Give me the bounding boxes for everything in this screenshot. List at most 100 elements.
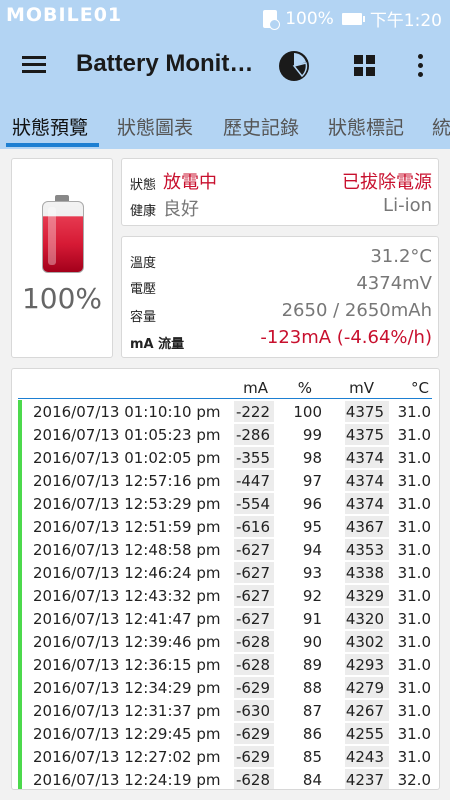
battery-shine bbox=[48, 207, 56, 265]
app-bar: Battery Monit… bbox=[0, 34, 450, 96]
row-ma: -628 bbox=[235, 771, 270, 789]
header-percent: % bbox=[297, 379, 312, 397]
active-tab-indicator bbox=[6, 143, 99, 147]
tab-stats[interactable]: 統 bbox=[432, 113, 450, 140]
table-row[interactable]: 2016/07/13 12:36:15 pm -628 89 4293 31.0 bbox=[12, 653, 439, 676]
row-temp: 31.0 bbox=[397, 748, 431, 766]
history-table[interactable]: mA % mV °C 2016/07/13 01:10:10 pm -222 100… bbox=[11, 368, 440, 790]
app-title: Battery Monit… bbox=[76, 50, 254, 77]
row-percent: 89 bbox=[302, 656, 322, 674]
table-row[interactable]: 2016/07/13 01:10:10 pm -222 100 4375 31.0 bbox=[12, 400, 439, 423]
status-value: 放電中 bbox=[163, 172, 217, 193]
pie-chart-icon[interactable] bbox=[278, 50, 310, 82]
row-mv: 4374 bbox=[345, 495, 384, 513]
row-date: 2016/07/13 12:43:32 pm bbox=[33, 587, 221, 605]
row-temp: 31.0 bbox=[397, 679, 431, 697]
row-temp: 31.0 bbox=[397, 495, 431, 513]
row-mv: 4243 bbox=[345, 748, 384, 766]
watermark-logo: MOBILE01 bbox=[6, 4, 123, 26]
capacity-value: 2650 / 2650mAh bbox=[281, 300, 432, 321]
row-marker bbox=[18, 561, 22, 584]
row-marker bbox=[18, 584, 22, 607]
table-row[interactable]: 2016/07/13 12:53:29 pm -554 96 4374 31.0 bbox=[12, 492, 439, 515]
row-mv: 4255 bbox=[345, 725, 384, 743]
row-percent: 94 bbox=[302, 541, 322, 559]
row-percent: 88 bbox=[302, 679, 322, 697]
menu-icon[interactable] bbox=[22, 56, 46, 74]
table-row[interactable]: 2016/07/13 01:05:23 pm -286 99 4375 31.0 bbox=[12, 423, 439, 446]
row-mv: 4302 bbox=[345, 633, 384, 651]
health-label: 健康 bbox=[130, 204, 157, 219]
table-row[interactable]: 2016/07/13 12:48:58 pm -627 94 4353 31.0 bbox=[12, 538, 439, 561]
table-row[interactable]: 2016/07/13 12:41:47 pm -627 91 4320 31.0 bbox=[12, 607, 439, 630]
row-percent: 100 bbox=[293, 403, 322, 421]
row-ma: -627 bbox=[235, 587, 270, 605]
voltage-label: 電壓 bbox=[130, 282, 157, 297]
row-mv: 4367 bbox=[345, 518, 384, 536]
table-row[interactable]: 2016/07/13 12:39:46 pm -628 90 4302 31.0 bbox=[12, 630, 439, 653]
row-ma: -286 bbox=[235, 426, 270, 444]
row-temp: 31.0 bbox=[397, 564, 431, 582]
row-mv: 4293 bbox=[345, 656, 384, 674]
status-card: 狀態 放電中 已拔除電源 健康 良好 Li-ion bbox=[121, 158, 439, 226]
row-percent: 85 bbox=[302, 748, 322, 766]
table-row[interactable]: 2016/07/13 12:57:16 pm -447 97 4374 31.0 bbox=[12, 469, 439, 492]
plug-state: 已拔除電源 bbox=[342, 172, 432, 193]
row-date: 2016/07/13 01:10:10 pm bbox=[33, 403, 221, 421]
row-ma: -630 bbox=[235, 702, 270, 720]
row-marker bbox=[18, 699, 22, 722]
table-row[interactable]: 2016/07/13 01:02:05 pm -355 98 4374 31.0 bbox=[12, 446, 439, 469]
temperature-label: 溫度 bbox=[130, 256, 157, 271]
row-ma: -222 bbox=[235, 403, 270, 421]
row-temp: 31.0 bbox=[397, 702, 431, 720]
row-temp: 32.0 bbox=[397, 771, 431, 789]
table-row[interactable]: 2016/07/13 12:24:19 pm -628 84 4237 32.0 bbox=[12, 768, 439, 789]
row-percent: 97 bbox=[302, 472, 322, 490]
row-date: 2016/07/13 12:46:24 pm bbox=[33, 564, 221, 582]
row-percent: 99 bbox=[302, 426, 322, 444]
row-date: 2016/07/13 01:02:05 pm bbox=[33, 449, 221, 467]
tab-markers[interactable]: 狀態標記 bbox=[328, 113, 404, 140]
status-label: 狀態 bbox=[130, 178, 157, 193]
row-temp: 31.0 bbox=[397, 541, 431, 559]
table-row[interactable]: 2016/07/13 12:43:32 pm -627 92 4329 31.0 bbox=[12, 584, 439, 607]
tab-overview[interactable]: 狀態預覽 bbox=[12, 113, 88, 140]
more-vert-icon[interactable] bbox=[418, 54, 424, 78]
tab-history[interactable]: 歷史記錄 bbox=[223, 113, 299, 140]
row-percent: 87 bbox=[302, 702, 322, 720]
row-date: 2016/07/13 12:36:15 pm bbox=[33, 656, 221, 674]
table-row[interactable]: 2016/07/13 12:27:02 pm -629 85 4243 31.0 bbox=[12, 745, 439, 768]
battery-icon bbox=[341, 12, 365, 25]
row-temp: 31.0 bbox=[397, 449, 431, 467]
row-date: 2016/07/13 12:29:45 pm bbox=[33, 725, 221, 743]
row-percent: 84 bbox=[302, 771, 322, 789]
battery-percent: 100% bbox=[21, 282, 103, 315]
table-row[interactable]: 2016/07/13 12:31:37 pm -630 87 4267 31.0 bbox=[12, 699, 439, 722]
row-mv: 4279 bbox=[345, 679, 384, 697]
row-date: 2016/07/13 12:51:59 pm bbox=[33, 518, 221, 536]
table-rows: 2016/07/13 01:10:10 pm -222 100 4375 31.0 201… bbox=[12, 400, 439, 789]
row-date: 2016/07/13 12:34:29 pm bbox=[33, 679, 221, 697]
table-row[interactable]: 2016/07/13 12:51:59 pm -616 95 4367 31.0 bbox=[12, 515, 439, 538]
row-ma: -627 bbox=[235, 541, 270, 559]
row-date: 2016/07/13 12:31:37 pm bbox=[33, 702, 221, 720]
row-ma: -554 bbox=[235, 495, 270, 513]
row-date: 2016/07/13 12:48:58 pm bbox=[33, 541, 221, 559]
row-mv: 4267 bbox=[345, 702, 384, 720]
grid-view-icon[interactable] bbox=[354, 55, 376, 77]
table-row[interactable]: 2016/07/13 12:29:45 pm -629 86 4255 31.0 bbox=[12, 722, 439, 745]
row-marker bbox=[18, 446, 22, 469]
voltage-value: 4374mV bbox=[356, 273, 432, 294]
table-row[interactable]: 2016/07/13 12:46:24 pm -627 93 4338 31.0 bbox=[12, 561, 439, 584]
row-ma: -629 bbox=[235, 725, 270, 743]
row-ma: -627 bbox=[235, 564, 270, 582]
tab-charts[interactable]: 狀態圖表 bbox=[117, 113, 193, 140]
battery-percent-text: 100% bbox=[285, 8, 334, 29]
row-mv: 4375 bbox=[345, 403, 384, 421]
row-marker bbox=[18, 653, 22, 676]
row-temp: 31.0 bbox=[397, 633, 431, 651]
row-percent: 96 bbox=[302, 495, 322, 513]
row-ma: -629 bbox=[235, 679, 270, 697]
table-row[interactable]: 2016/07/13 12:34:29 pm -629 88 4279 31.0 bbox=[12, 676, 439, 699]
header-divider bbox=[18, 398, 432, 399]
